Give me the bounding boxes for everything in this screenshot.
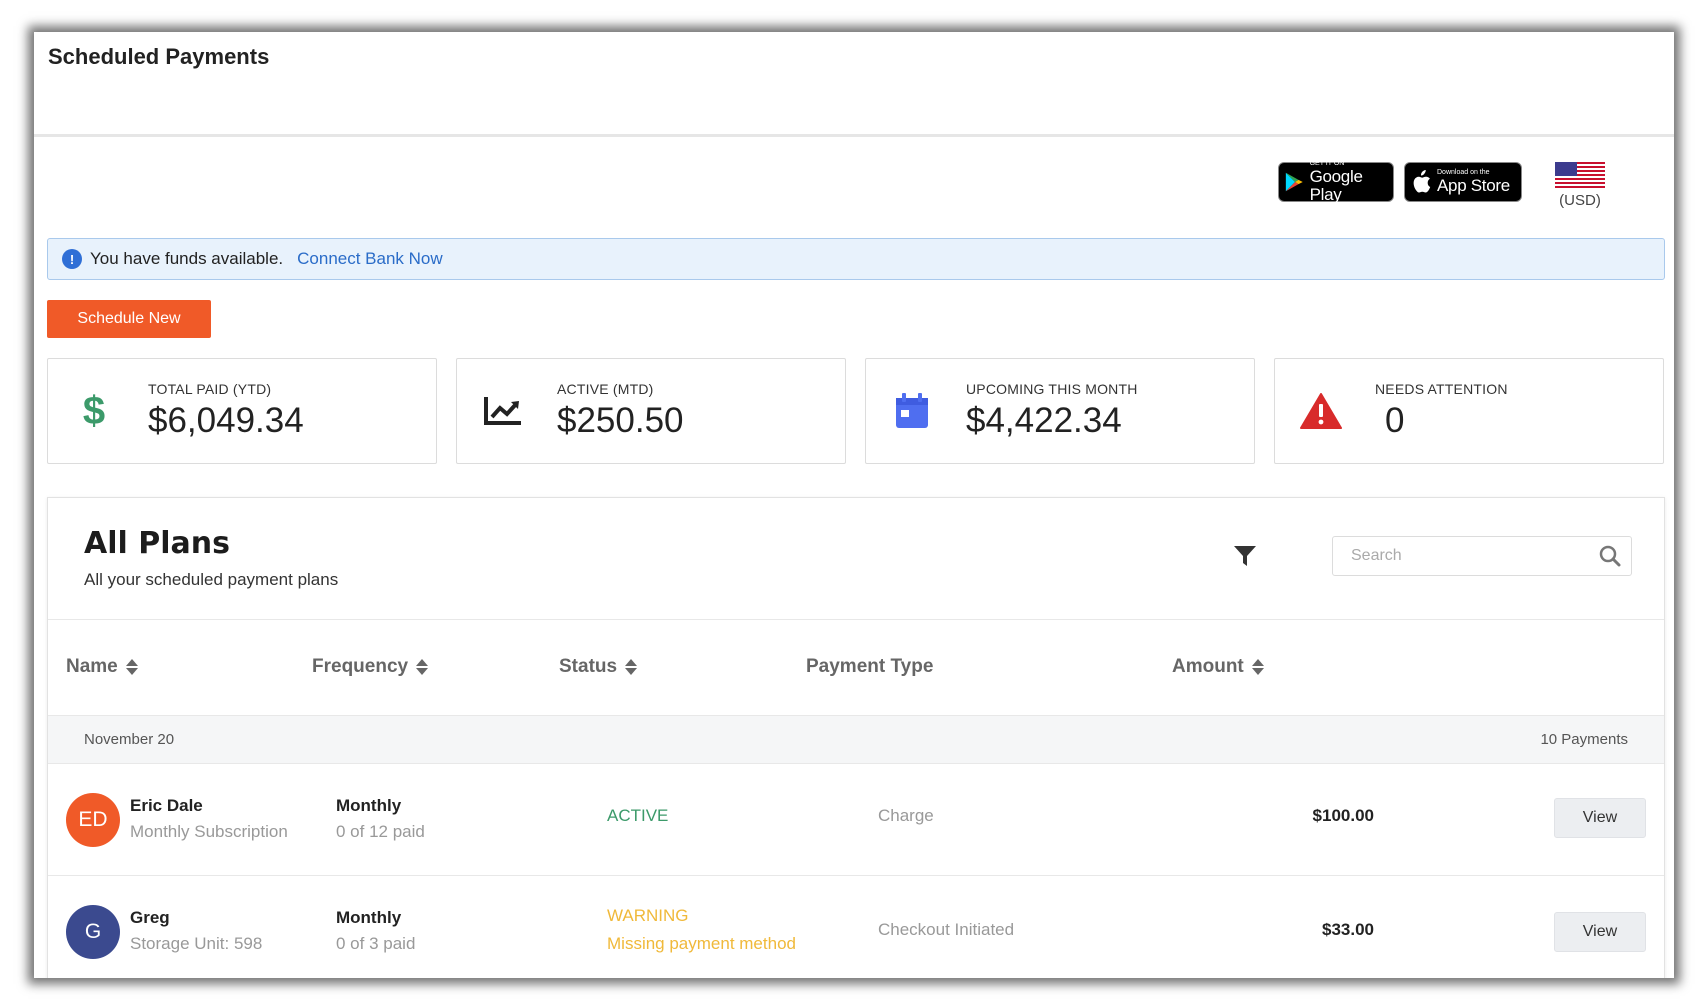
currency-selector[interactable]: (USD) (1552, 162, 1608, 209)
status-badge: WARNING (607, 906, 689, 925)
column-label: Amount (1172, 656, 1244, 677)
alert-message: You have funds available. (90, 249, 284, 268)
frequency-progress: 0 of 3 paid (336, 934, 416, 953)
currency-label: (USD) (1559, 192, 1601, 209)
stat-card-needs-attention: NEEDS ATTENTION 0 (1274, 358, 1664, 464)
sort-icon[interactable] (625, 659, 638, 675)
stat-label: NEEDS ATTENTION (1375, 381, 1508, 397)
avatar: ED (66, 793, 120, 847)
customer-detail: Storage Unit: 598 (130, 934, 263, 953)
cell-frequency: Monthly 0 of 3 paid (336, 908, 415, 954)
calendar-icon (888, 392, 936, 430)
group-count: 10 Payments (1540, 731, 1628, 748)
stats-cards: $ TOTAL PAID (YTD) $6,049.34 ACTIVE (MTD… (47, 358, 1664, 464)
app-store-label: App Store (1437, 176, 1510, 195)
cell-name: Eric Dale Monthly Subscription (130, 796, 288, 842)
stat-value: $250.50 (557, 401, 684, 440)
customer-detail: Monthly Subscription (130, 822, 288, 841)
stat-value: $4,422.34 (966, 401, 1122, 440)
cell-payment-type: Checkout Initiated (878, 920, 1015, 939)
cell-name: Greg Storage Unit: 598 (130, 908, 262, 954)
group-date: November 20 (84, 731, 175, 748)
connect-bank-link[interactable]: Connect Bank Now (297, 249, 443, 269)
avatar: G (66, 905, 120, 959)
column-status[interactable]: Status (559, 656, 638, 678)
column-label: Status (559, 656, 618, 677)
column-amount[interactable]: Amount (1172, 656, 1264, 678)
frequency-progress: 0 of 12 paid (336, 822, 425, 841)
cell-amount: $100.00 (1312, 806, 1374, 825)
view-button[interactable]: View (1554, 798, 1646, 838)
sort-icon[interactable] (416, 659, 429, 675)
column-name[interactable]: Name (66, 656, 138, 678)
plans-title: All Plans (84, 526, 230, 561)
column-label: Name (66, 656, 118, 677)
svg-text:$: $ (83, 391, 105, 431)
sort-icon[interactable] (1251, 659, 1264, 675)
status-badge: ACTIVE (607, 806, 669, 825)
google-play-badge[interactable]: GET IT ON Google Play (1278, 160, 1394, 204)
stat-label: ACTIVE (MTD) (557, 381, 654, 397)
status-note: Missing payment method (607, 934, 796, 953)
google-play-label: Google Play (1309, 167, 1363, 204)
table-row: ED Eric Dale Monthly Subscription Monthl… (48, 764, 1664, 876)
stat-card-total-paid: $ TOTAL PAID (YTD) $6,049.34 (47, 358, 437, 464)
column-label: Payment Type (806, 656, 934, 677)
dollar-icon: $ (70, 391, 118, 431)
page-header: Scheduled Payments (34, 32, 1674, 137)
app-store-badge[interactable]: Download on the App Store (1404, 162, 1522, 202)
frequency-value: Monthly (336, 908, 402, 927)
date-group-row: November 20 10 Payments (48, 716, 1664, 764)
table-row: G Greg Storage Unit: 598 Monthly 0 of 3 … (48, 876, 1664, 978)
customer-name: Eric Dale (130, 796, 203, 815)
customer-name: Greg (130, 908, 170, 927)
warning-icon (1297, 392, 1345, 430)
schedule-new-button[interactable]: Schedule New (47, 300, 211, 338)
apple-icon (1413, 170, 1431, 193)
stat-label: UPCOMING THIS MONTH (966, 381, 1138, 397)
us-flag-icon (1555, 162, 1605, 188)
search-input[interactable] (1351, 547, 1599, 565)
stat-card-upcoming: UPCOMING THIS MONTH $4,422.34 (865, 358, 1255, 464)
cell-status: WARNING Missing payment method (607, 902, 796, 958)
frequency-value: Monthly (336, 796, 402, 815)
plans-subtitle: All your scheduled payment plans (84, 570, 339, 589)
all-plans-panel: All Plans All your scheduled payment pla… (47, 497, 1665, 978)
sort-icon[interactable] (125, 659, 138, 675)
filter-icon[interactable] (1233, 544, 1257, 573)
app-window: Scheduled Payments GET IT ON Google Play… (34, 32, 1674, 978)
table-header: Name Frequency Status Payment Type Amoun… (48, 620, 1664, 716)
search-icon[interactable] (1599, 545, 1621, 567)
info-icon: ! (62, 249, 82, 269)
stat-value: 0 (1385, 401, 1405, 440)
cell-amount: $33.00 (1322, 920, 1374, 939)
cell-frequency: Monthly 0 of 12 paid (336, 796, 425, 842)
trend-chart-icon (479, 395, 527, 427)
funds-alert: ! You have funds available. Connect Bank… (47, 238, 1665, 280)
google-play-icon (1285, 172, 1303, 192)
cell-status: ACTIVE (607, 806, 668, 826)
store-badges: GET IT ON Google Play Download on the Ap… (1278, 160, 1608, 209)
column-frequency[interactable]: Frequency (312, 656, 429, 678)
plans-header: All Plans All your scheduled payment pla… (48, 498, 1664, 620)
stat-value: $6,049.34 (148, 401, 304, 440)
cell-payment-type: Charge (878, 806, 934, 825)
search-field[interactable] (1332, 536, 1632, 576)
stat-label: TOTAL PAID (YTD) (148, 381, 272, 397)
column-payment-type: Payment Type (806, 656, 933, 678)
column-label: Frequency (312, 656, 409, 677)
stat-card-active: ACTIVE (MTD) $250.50 (456, 358, 846, 464)
view-button[interactable]: View (1554, 912, 1646, 952)
page-title: Scheduled Payments (48, 44, 270, 69)
